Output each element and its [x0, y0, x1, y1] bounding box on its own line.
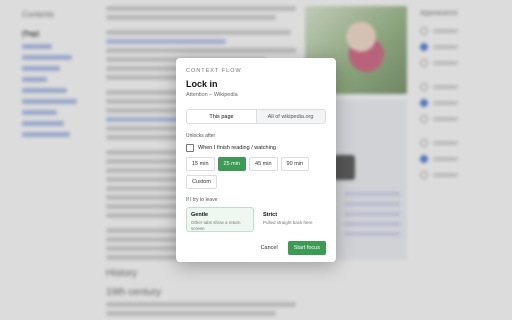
mode-strict-title: Strict: [263, 212, 278, 218]
mode-strict-desc: Pulled straight back here: [263, 220, 313, 225]
dialog-actions: Cancel Start focus: [186, 241, 326, 255]
duration-45-min[interactable]: 45 min: [249, 157, 278, 171]
duration-90-min[interactable]: 90 min: [280, 157, 310, 171]
dialog-subtitle: Attention – Wikipedia: [186, 92, 238, 98]
mode-gentle-title: Gentle: [191, 212, 209, 218]
start-focus-button[interactable]: Start focus: [287, 241, 326, 255]
finish-reading-checkbox[interactable]: [186, 144, 194, 152]
leave-mode-options: Gentle Other tabs show a return screen S…: [186, 207, 326, 232]
cancel-button[interactable]: Cancel: [261, 245, 278, 251]
scope-option-whole-site[interactable]: All of wikipedia.org: [256, 110, 325, 123]
duration-15-min[interactable]: 15 min: [186, 157, 215, 171]
scope-toggle: This page All of wikipedia.org: [186, 109, 326, 124]
leave-label: If I try to leave: [186, 197, 218, 203]
dialog-title: Lock in: [186, 79, 218, 89]
dialog-eyebrow: CONTEXT FLOW: [186, 68, 242, 74]
mode-strict-card[interactable]: Strict Pulled straight back here: [258, 207, 326, 232]
mode-gentle-card[interactable]: Gentle Other tabs show a return screen: [186, 207, 254, 232]
duration-custom[interactable]: Custom: [186, 175, 217, 189]
scope-option-this-page[interactable]: This page: [187, 110, 256, 123]
finish-reading-checkbox-row[interactable]: When I finish reading / watching: [186, 144, 326, 152]
finish-reading-label: When I finish reading / watching: [198, 145, 276, 151]
duration-25-min[interactable]: 25 min: [217, 157, 247, 171]
unlock-label: Unlocks after: [186, 133, 216, 139]
lock-in-dialog: CONTEXT FLOW Lock in Attention – Wikiped…: [176, 58, 336, 262]
duration-options: 15 min 25 min 45 min 90 min Custom: [186, 157, 326, 193]
mode-gentle-desc: Other tabs show a return screen: [191, 220, 241, 231]
